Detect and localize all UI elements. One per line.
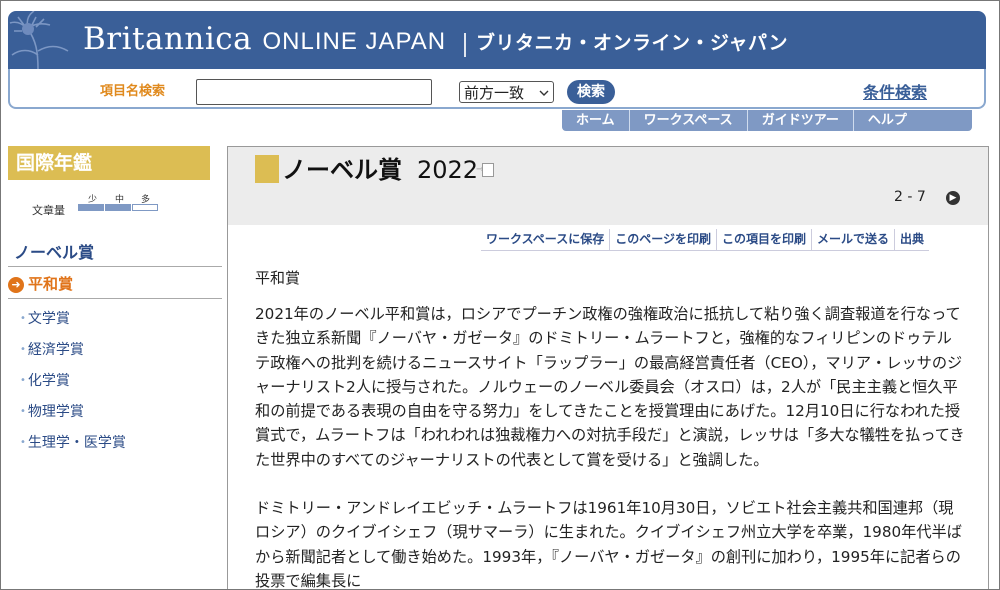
brand-name-japanese: ブリタニカ・オンライン・ジャパン [476,32,789,54]
article-subheading: 平和賞 [255,269,301,287]
nav-help[interactable]: ヘルプ [854,110,921,131]
article-actions: ワークスペースに保存 このページを印刷 この項目を印刷 メールで送る 出典 [481,229,930,251]
match-mode-select[interactable]: 前方一致 [459,81,554,103]
sidebar: 国際年鑑 文章量 少 中 多 ノーベル賞 ➜ 平和賞 • 文学賞 • 経済学賞 • 化学… [8,146,222,589]
sidebar-item-physics[interactable]: • 物理学賞 [20,402,126,433]
text-length-control: 文章量 少 中 多 [32,192,212,220]
sidebar-item-label: 物理学賞 [27,404,84,420]
brand-divider [464,33,466,57]
text-length-bar-high[interactable] [132,204,158,211]
page-title: ノーベル賞 [282,156,402,184]
nav-workspace[interactable]: ワークスペース [630,110,748,131]
chevron-down-icon [539,82,549,111]
save-to-workspace-link[interactable]: ワークスペースに保存 [481,229,611,250]
bullet-icon: • [20,344,26,355]
title-marker [255,155,279,183]
sidebar-section-title: 国際年鑑 [8,146,210,180]
nav-guide-tour[interactable]: ガイドツアー [748,110,854,131]
thistle-logo-icon [9,11,69,69]
nav-home[interactable]: ホーム [562,110,630,131]
sidebar-item-label: 文学賞 [27,311,70,327]
sidebar-item-peace-active[interactable]: ➜ 平和賞 [8,273,73,294]
sidebar-item-literature[interactable]: • 文学賞 [20,309,126,340]
sidebar-item-label: 生理学・医学賞 [27,435,126,451]
search-input[interactable] [196,79,432,105]
source-link[interactable]: 出典 [895,229,929,250]
article-paragraph: 2021年のノーベル平和賞は，ロシアでプーチン政権の強権政治に抵抗して粘り強く調… [255,305,965,469]
text-length-bar-low[interactable] [78,204,104,211]
sidebar-item-label: 経済学賞 [27,342,84,358]
text-length-label: 文章量 [32,204,65,217]
sidebar-item-label: 平和賞 [28,275,74,293]
print-page-link[interactable]: このページを印刷 [610,229,717,250]
sidebar-item-chemistry[interactable]: • 化学賞 [20,371,126,402]
document-icon[interactable] [482,163,494,177]
article-body: 2021年のノーベル平和賞は，ロシアでプーチン政権の強権政治に抵抗して粘り強く調… [255,302,965,590]
bullet-icon: • [20,313,26,324]
print-item-link[interactable]: この項目を印刷 [717,229,812,250]
top-nav: ホーム ワークスペース ガイドツアー ヘルプ [562,110,972,131]
next-page-icon[interactable]: ▶ [946,191,960,205]
sidebar-item-label: 化学賞 [27,373,70,389]
sidebar-item-medicine[interactable]: • 生理学・医学賞 [20,433,126,464]
advanced-search-link[interactable]: 条件検索 [863,79,927,103]
article-paragraph: ドミトリー・アンドレイエビッチ・ムラートフは1961年10月30日，ソビエト社会… [255,499,962,590]
search-bar: 項目名検索 前方一致 検索 条件検索 [8,69,986,109]
divider [8,266,222,267]
text-length-bar-mid[interactable] [105,204,131,211]
search-label: 項目名検索 [100,84,166,99]
bullet-icon: • [20,406,26,417]
arrow-right-icon: ➜ [8,276,24,293]
page-year: 2022 [417,156,479,184]
sidebar-category[interactable]: ノーベル賞 [14,239,94,263]
bullet-icon: • [20,375,26,386]
pager-text: 2 - 7 [894,189,926,205]
header-banner: Britannica ONLINE JAPAN ブリタニカ・オンライン・ジャパン [8,11,986,69]
page-frame: Britannica ONLINE JAPAN ブリタニカ・オンライン・ジャパン… [0,0,1000,590]
brand-name[interactable]: Britannica ONLINE JAPAN [83,17,446,64]
bullet-icon: • [20,437,26,448]
search-button[interactable]: 検索 [567,80,615,104]
article-panel: ノーベル賞 2022 → 2 - 7 ▶ ワークスペースに保存 このページを印刷… [227,146,989,590]
divider [8,298,222,299]
match-mode-value: 前方一致 [464,84,525,102]
article-header: ノーベル賞 2022 → 2 - 7 ▶ [228,147,988,225]
sidebar-list: • 文学賞 • 経済学賞 • 化学賞 • 物理学賞 • 生理学・医学賞 [20,309,126,464]
sidebar-item-economics[interactable]: • 経済学賞 [20,340,126,371]
email-link[interactable]: メールで送る [812,229,895,250]
